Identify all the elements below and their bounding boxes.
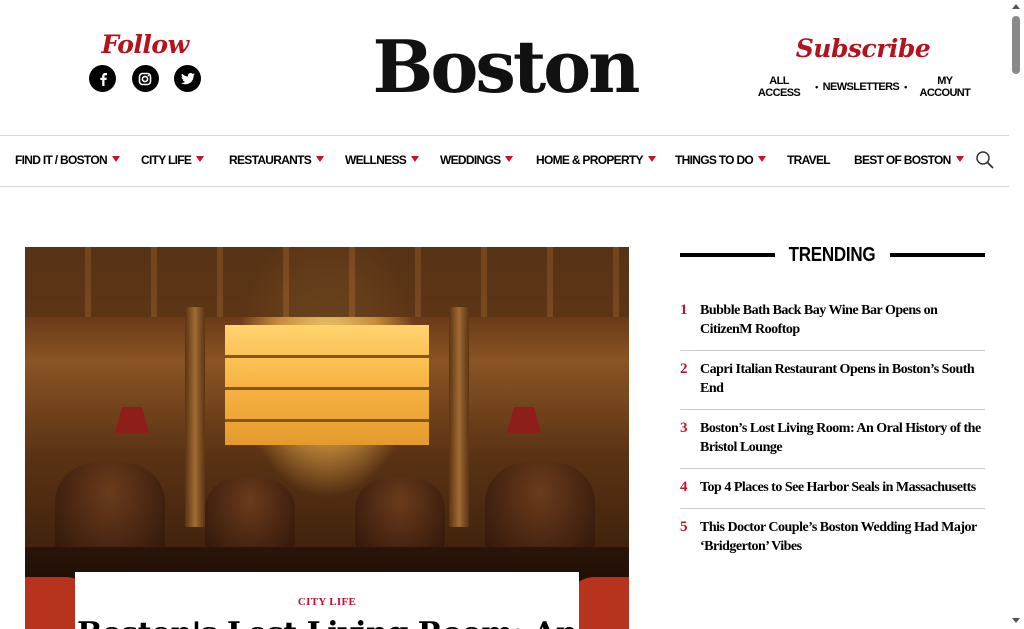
caret-down-icon <box>955 155 964 162</box>
newsletters-link[interactable]: NEWSLETTERS <box>823 81 900 93</box>
hero-ceiling <box>25 247 629 317</box>
nav-label: WELLNESS <box>345 153 407 167</box>
caret-down-icon <box>196 155 205 162</box>
subscribe-block: Subscribe ALL ACCESS • NEWSLETTERS • MY … <box>748 34 978 99</box>
nav-item-home-property[interactable]: HOME & PROPERTY <box>536 153 656 167</box>
caret-down-icon <box>111 155 120 162</box>
hero-lamp <box>115 407 149 433</box>
hero-armchair <box>205 477 295 557</box>
trending-rank: 1 <box>680 302 688 318</box>
hero-category[interactable]: CITY LIFE <box>75 596 579 608</box>
all-access-link[interactable]: ALL ACCESS <box>748 75 810 99</box>
hero-armchair <box>355 477 445 557</box>
hero-title[interactable]: Boston's Lost Living Room: An <box>75 616 579 629</box>
trending-title[interactable]: Top 4 Places to See Harbor Seals in Mass… <box>700 478 985 497</box>
separator-dot: • <box>904 82 907 92</box>
twitter-icon[interactable] <box>174 65 201 92</box>
nav-item-things-to-do[interactable]: THINGS TO DO <box>675 153 767 167</box>
nav-item-restaurants[interactable]: RESTAURANTS <box>229 153 325 167</box>
caret-down-icon <box>316 155 325 162</box>
trending-item[interactable]: 5 This Doctor Couple’s Boston Wedding Ha… <box>680 509 985 567</box>
trending-title[interactable]: Boston’s Lost Living Room: An Oral Histo… <box>700 419 985 457</box>
nav-item-weddings[interactable]: WEDDINGS <box>440 153 514 167</box>
page-scrollbar[interactable] <box>1009 0 1024 629</box>
site-header: Follow Boston Subscribe ALL ACCESS • NEW… <box>0 0 1009 135</box>
account-links: ALL ACCESS • NEWSLETTERS • MY ACCOUNT <box>748 75 978 99</box>
trending-list: 1 Bubble Bath Back Bay Wine Bar Opens on… <box>680 292 985 567</box>
nav-label: WEDDINGS <box>440 153 501 167</box>
caret-down-icon <box>505 155 514 162</box>
nav-label: TRAVEL <box>787 153 831 167</box>
subscribe-link[interactable]: Subscribe <box>748 34 978 63</box>
scroll-down-arrow-icon[interactable] <box>1012 618 1020 623</box>
trending-item[interactable]: 3 Boston’s Lost Living Room: An Oral His… <box>680 410 985 469</box>
social-links <box>88 65 202 92</box>
trending-title[interactable]: Capri Italian Restaurant Opens in Boston… <box>700 360 985 398</box>
nav-label: FIND IT / BOSTON <box>15 153 108 167</box>
main-nav: FIND IT / BOSTON CITY LIFE RESTAURANTS W… <box>0 135 1009 187</box>
nav-label: HOME & PROPERTY <box>536 153 644 167</box>
hero-pillar <box>185 307 205 527</box>
follow-label: Follow <box>101 30 189 59</box>
trending-heading: TRENDING <box>680 240 986 270</box>
heading-rule <box>680 253 776 257</box>
follow-block: Follow <box>88 30 202 92</box>
nav-item-find-it[interactable]: FIND IT / BOSTON <box>15 153 120 167</box>
trending-rank: 2 <box>680 361 688 377</box>
trending-item[interactable]: 1 Bubble Bath Back Bay Wine Bar Opens on… <box>680 292 985 351</box>
trending-rank: 3 <box>680 420 688 436</box>
trending-title[interactable]: Bubble Bath Back Bay Wine Bar Opens on C… <box>700 301 985 339</box>
search-icon[interactable] <box>975 150 997 172</box>
nav-item-best-of-boston[interactable]: BEST OF BOSTON <box>854 153 964 167</box>
trending-rank: 5 <box>680 519 688 535</box>
scroll-up-arrow-icon[interactable] <box>1012 4 1020 9</box>
nav-label: RESTAURANTS <box>229 153 312 167</box>
heading-rule <box>889 253 986 257</box>
my-account-link[interactable]: MY ACCOUNT <box>912 75 978 99</box>
nav-item-city-life[interactable]: CITY LIFE <box>141 153 205 167</box>
caret-down-icon <box>647 155 656 162</box>
separator-dot: • <box>815 82 818 92</box>
hero-pillar <box>449 307 469 527</box>
trending-item[interactable]: 2 Capri Italian Restaurant Opens in Bost… <box>680 351 985 410</box>
nav-item-wellness[interactable]: WELLNESS <box>345 153 420 167</box>
nav-label: THINGS TO DO <box>675 153 754 167</box>
nav-label: CITY LIFE <box>141 153 192 167</box>
nav-item-travel[interactable]: TRAVEL <box>787 153 831 167</box>
hero-card: CITY LIFE Boston's Lost Living Room: An <box>75 572 579 629</box>
hero-shelf-line <box>225 355 429 358</box>
facebook-icon[interactable] <box>89 65 116 92</box>
hero-lamp <box>507 407 541 433</box>
trending-title[interactable]: This Doctor Couple’s Boston Wedding Had … <box>700 518 985 556</box>
trending-item[interactable]: 4 Top 4 Places to See Harbor Seals in Ma… <box>680 469 985 509</box>
hero-shelf-line <box>225 387 429 390</box>
trending-widget: TRENDING 1 Bubble Bath Back Bay Wine Bar… <box>680 240 986 567</box>
hero-bar-shelves <box>225 325 429 445</box>
trending-label: TRENDING <box>789 243 876 266</box>
instagram-icon[interactable] <box>131 65 159 92</box>
scrollbar-thumb[interactable] <box>1012 16 1020 74</box>
hero-shelf-line <box>225 419 429 422</box>
site-logo[interactable]: Boston <box>352 22 658 112</box>
nav-label: BEST OF BOSTON <box>854 153 951 167</box>
caret-down-icon <box>411 155 420 162</box>
caret-down-icon <box>758 155 767 162</box>
trending-rank: 4 <box>680 479 688 495</box>
